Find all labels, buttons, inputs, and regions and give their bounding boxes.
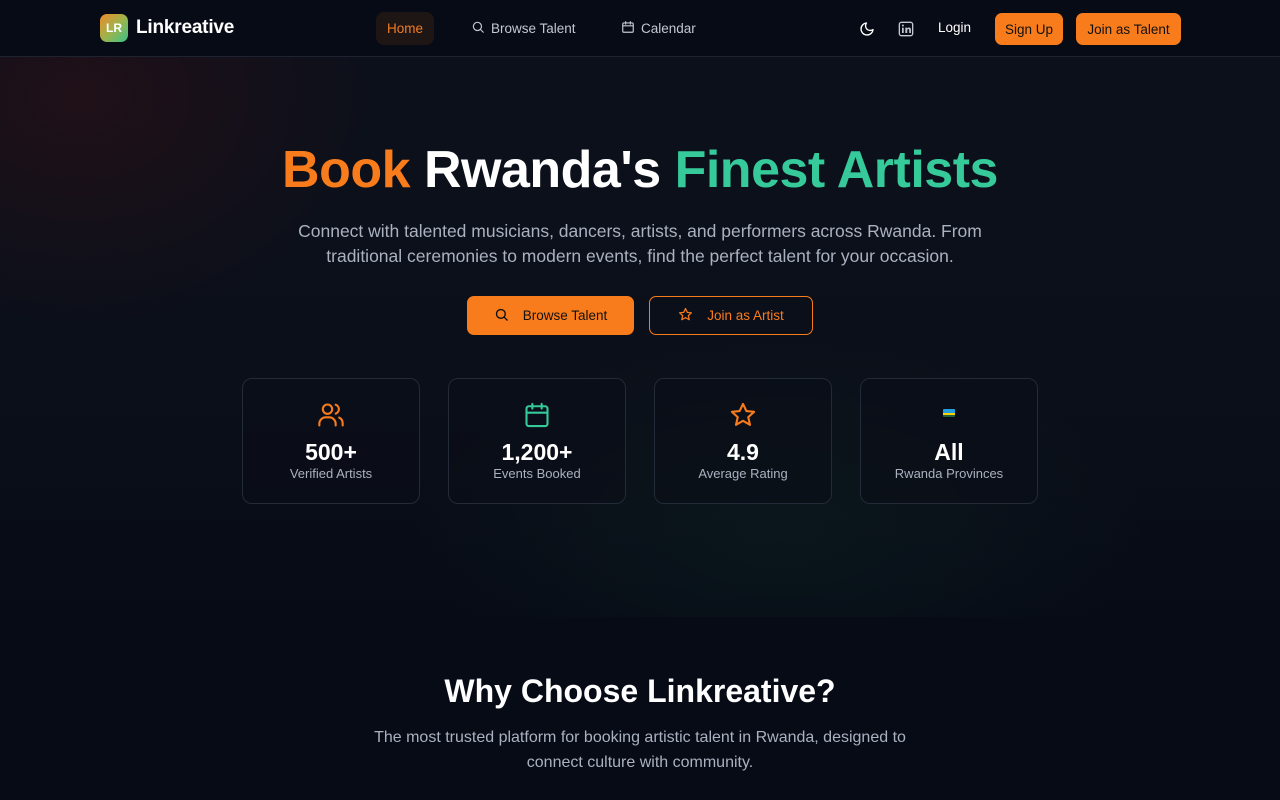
- brand-logo[interactable]: LR Linkreative: [100, 14, 234, 42]
- rwanda-flag-icon: [861, 401, 1037, 429]
- star-icon: [678, 307, 693, 325]
- top-navbar: LR Linkreative Home Browse Talent Calend…: [0, 0, 1280, 57]
- hero-title: Book Rwanda's Finest Artists: [0, 140, 1280, 200]
- brand-badge: LR: [100, 14, 128, 42]
- stat-label: Average Rating: [698, 466, 788, 481]
- users-icon: [243, 401, 419, 429]
- stat-value: 1,200+: [501, 439, 573, 465]
- stat-label: Verified Artists: [289, 466, 373, 481]
- stat-value: 500+: [305, 439, 357, 465]
- nav-home-label: Home: [387, 21, 424, 36]
- search-icon: [471, 20, 485, 37]
- nav-calendar[interactable]: Calendar: [610, 12, 707, 45]
- nav-browse-label: Browse Talent: [491, 21, 576, 36]
- login-link[interactable]: Login: [938, 20, 971, 35]
- hero-title-word-rwandas: Rwanda's: [423, 141, 661, 199]
- hero-browse-talent-button[interactable]: Browse Talent: [467, 296, 634, 335]
- search-icon: [494, 307, 509, 325]
- hero-subtitle: Connect with talented musicians, dancers…: [298, 221, 982, 266]
- hero-join-label: Join as Artist: [707, 308, 784, 323]
- stat-value: 4.9: [727, 439, 759, 465]
- hero-join-as-artist-button[interactable]: Join as Artist: [649, 296, 813, 335]
- hero-title-word-book: Book: [282, 141, 411, 199]
- star-icon: [655, 401, 831, 429]
- stat-card-verified-artists: 500+ Verified Artists: [242, 378, 420, 504]
- nav-home[interactable]: Home: [376, 12, 435, 45]
- stat-label: Rwanda Provinces: [894, 466, 1004, 481]
- why-section-subtitle: The most trusted platform for booking ar…: [374, 729, 906, 771]
- nav-browse-talent[interactable]: Browse Talent: [460, 12, 587, 45]
- stat-card-rwanda-provinces: All Rwanda Provinces: [860, 378, 1038, 504]
- sign-up-button[interactable]: Sign Up: [995, 13, 1063, 45]
- linkedin-icon[interactable]: [896, 19, 916, 39]
- brand-name: Linkreative: [136, 17, 235, 38]
- join-as-talent-button[interactable]: Join as Talent: [1076, 13, 1181, 45]
- stat-value: All: [934, 439, 964, 465]
- stat-card-events-booked: 1,200+ Events Booked: [448, 378, 626, 504]
- theme-toggle-moon-icon[interactable]: [857, 19, 877, 39]
- calendar-icon: [449, 401, 625, 429]
- why-section-title: Why Choose Linkreative?: [444, 673, 836, 709]
- nav-calendar-label: Calendar: [641, 21, 696, 36]
- calendar-icon: [621, 20, 635, 37]
- hero-title-word-finest-artists: Finest Artists: [674, 141, 999, 199]
- stat-card-average-rating: 4.9 Average Rating: [654, 378, 832, 504]
- stat-label: Events Booked: [493, 466, 581, 481]
- hero-browse-label: Browse Talent: [522, 308, 608, 323]
